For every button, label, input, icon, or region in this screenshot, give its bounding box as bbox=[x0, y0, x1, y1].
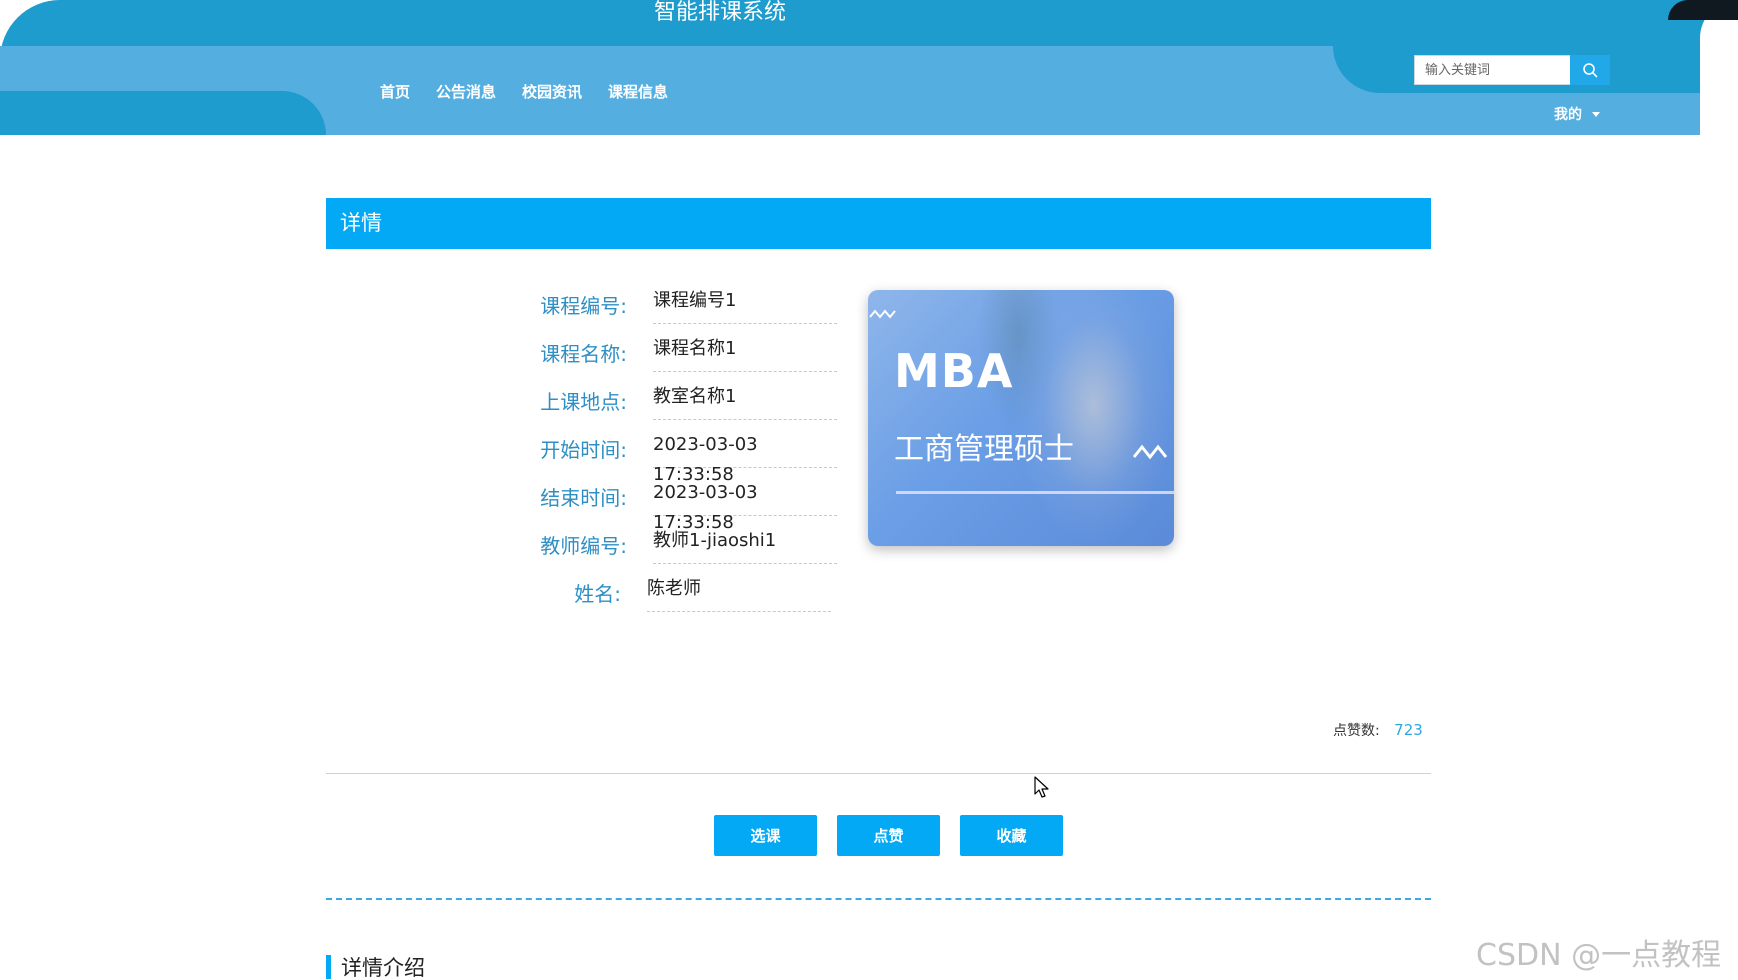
nav-item-campus-news[interactable]: 校园资讯 bbox=[522, 80, 582, 104]
mouse-cursor-icon bbox=[1034, 776, 1049, 798]
field-value: 课程名称1 bbox=[653, 334, 837, 372]
field-value: 2023-03-03 17:33:58 bbox=[653, 478, 837, 533]
select-course-button[interactable]: 选课 bbox=[714, 815, 817, 856]
dashed-divider bbox=[326, 898, 1431, 900]
field-value: 陈老师 bbox=[647, 574, 831, 612]
field-course-id: 课程编号: 课程编号1 bbox=[500, 284, 840, 332]
header: 智能排课系统 首页 公告消息 校园资讯 课程信息 我的 bbox=[0, 0, 1738, 135]
field-teacher-name: 姓名: 陈老师 bbox=[500, 572, 840, 620]
field-value: 2023-03-03 17:33:58 bbox=[653, 430, 837, 485]
site-title: 智能排课系统 bbox=[653, 0, 786, 25]
header-right-edge bbox=[1700, 0, 1738, 135]
watermark: CSDN @一点教程 bbox=[1476, 938, 1722, 973]
search-icon bbox=[1583, 63, 1598, 78]
zigzag-icon bbox=[869, 309, 896, 319]
field-label: 结束时间: bbox=[540, 486, 627, 510]
action-buttons: 选课 点赞 收藏 bbox=[714, 815, 1063, 856]
header-left-decoration bbox=[0, 91, 326, 135]
user-menu-label: 我的 bbox=[1554, 107, 1582, 123]
field-label: 课程名称: bbox=[540, 342, 627, 366]
search-box bbox=[1414, 55, 1610, 85]
field-end-time: 结束时间: 2023-03-03 17:33:58 bbox=[500, 476, 840, 533]
page: 智能排课系统 首页 公告消息 校园资讯 课程信息 我的 详情 课程编 bbox=[0, 0, 1738, 980]
likes-label: 点赞数: bbox=[1333, 723, 1380, 739]
field-value: 教室名称1 bbox=[653, 382, 837, 420]
field-course-name: 课程名称: 课程名称1 bbox=[500, 332, 840, 380]
detail-fields: 课程编号: 课程编号1 课程名称: 课程名称1 上课地点: 教室名称1 开始时间… bbox=[500, 284, 840, 620]
field-location: 上课地点: 教室名称1 bbox=[500, 380, 840, 428]
field-label: 课程编号: bbox=[540, 294, 627, 318]
nav-item-announcements[interactable]: 公告消息 bbox=[436, 80, 496, 104]
zigzag-icon bbox=[1132, 444, 1168, 460]
image-graduate-photo bbox=[1014, 290, 1174, 546]
header-corner-decoration bbox=[1668, 0, 1738, 20]
detail-intro-header: 详情介绍 bbox=[326, 952, 425, 980]
field-value: 教师1-jiaoshi1 bbox=[653, 526, 837, 564]
favorite-button[interactable]: 收藏 bbox=[960, 815, 1063, 856]
intro-title: 详情介绍 bbox=[341, 956, 425, 980]
nav-item-course-info[interactable]: 课程信息 bbox=[608, 80, 668, 104]
detail-section-title: 详情 bbox=[340, 211, 382, 235]
image-title: MBA bbox=[894, 344, 1014, 398]
image-divider bbox=[896, 491, 1174, 494]
detail-section-header: 详情 bbox=[326, 198, 1431, 249]
field-label: 上课地点: bbox=[540, 390, 627, 414]
field-label: 开始时间: bbox=[540, 438, 627, 462]
image-subtitle: 工商管理硕士 bbox=[894, 432, 1074, 467]
search-button[interactable] bbox=[1570, 55, 1610, 85]
course-image: MBA 工商管理硕士 bbox=[868, 290, 1174, 546]
field-label: 姓名: bbox=[574, 582, 621, 606]
field-value: 课程编号1 bbox=[653, 286, 837, 324]
user-menu[interactable]: 我的 bbox=[1554, 104, 1600, 124]
likes-info: 点赞数: 723 bbox=[1333, 720, 1423, 740]
likes-count: 723 bbox=[1394, 721, 1423, 739]
field-label: 教师编号: bbox=[540, 534, 627, 558]
chevron-down-icon bbox=[1592, 111, 1600, 117]
divider bbox=[326, 773, 1431, 774]
search-input[interactable] bbox=[1414, 55, 1570, 85]
field-start-time: 开始时间: 2023-03-03 17:33:58 bbox=[500, 428, 840, 485]
like-button[interactable]: 点赞 bbox=[837, 815, 940, 856]
nav-item-home[interactable]: 首页 bbox=[380, 80, 410, 104]
main-nav: 首页 公告消息 校园资讯 课程信息 bbox=[380, 80, 694, 104]
field-teacher-id: 教师编号: 教师1-jiaoshi1 bbox=[500, 524, 840, 572]
intro-accent-bar bbox=[326, 955, 331, 979]
